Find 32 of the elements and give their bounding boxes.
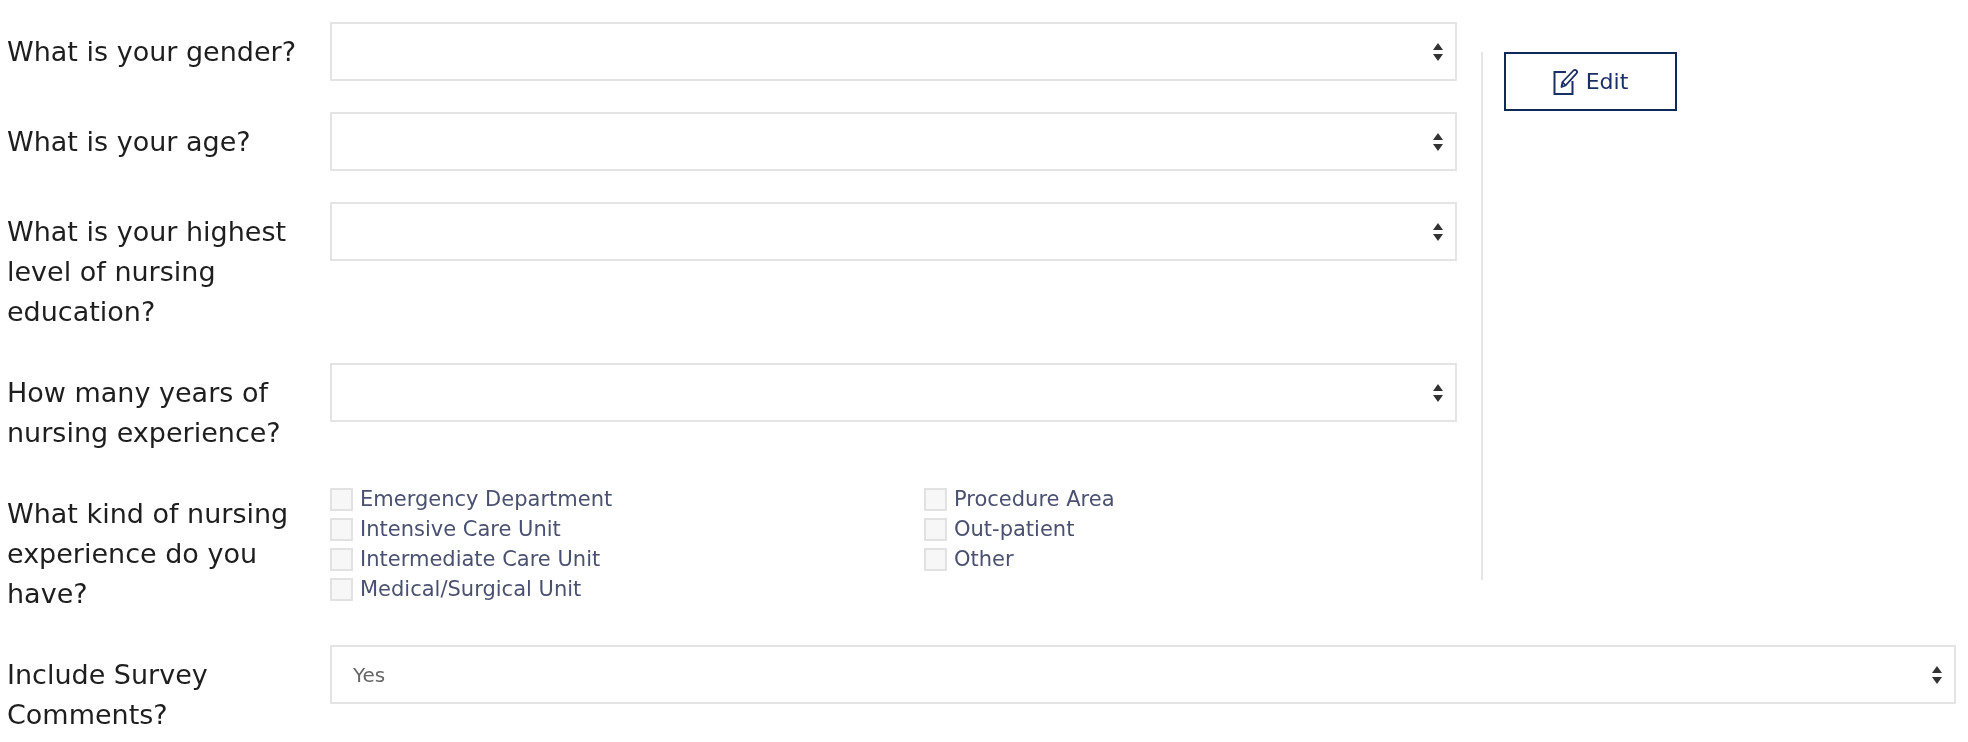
question-label: What kind of nursing experience do you have? [7,497,290,611]
up-down-caret-icon [1932,665,1942,684]
checkbox-label: Intensive Care Unit [360,517,561,541]
question-label: What is your gender? [7,35,296,69]
question-label: Include Survey Comments? [7,658,209,732]
checkbox-label: Procedure Area [954,487,1115,511]
checkbox-label: Other [954,547,1014,571]
dropdown[interactable] [330,202,1457,261]
checkbox[interactable] [924,547,947,571]
checkbox-label: Out-patient [954,517,1075,541]
pencil-square-icon [1552,68,1578,95]
dropdown[interactable] [330,112,1457,171]
checkbox[interactable] [330,577,353,601]
checkbox[interactable] [924,487,947,511]
dropdown[interactable]: Yes [330,645,1956,704]
question-label: What is your highest level of nursing education? [7,215,288,329]
checkbox-label: Intermediate Care Unit [360,547,601,571]
question-label: What is your age? [7,125,251,159]
checkbox-label: Emergency Department [360,487,613,511]
dropdown[interactable] [330,22,1457,81]
checkbox[interactable] [924,517,947,541]
question-label: How many years of nursing experience? [7,376,282,450]
dropdown[interactable] [330,363,1457,422]
up-down-caret-icon [1433,383,1443,402]
up-down-caret-icon [1433,222,1443,241]
checkbox-label: Medical/Surgical Unit [360,577,582,601]
edit-button[interactable]: Edit [1504,52,1677,111]
checkbox[interactable] [330,487,353,511]
checkbox[interactable] [330,547,353,571]
up-down-caret-icon [1433,42,1443,61]
checkbox[interactable] [330,517,353,541]
up-down-caret-icon [1433,132,1443,151]
